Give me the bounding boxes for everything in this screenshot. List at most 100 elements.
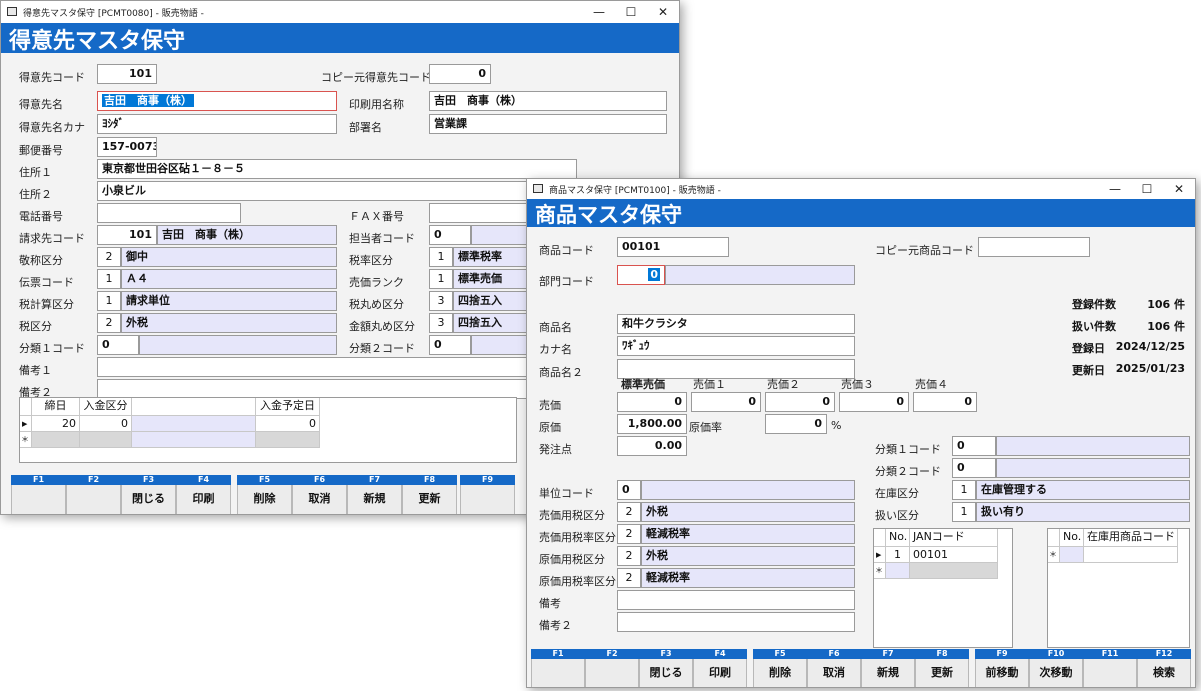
grid-new-cell-4[interactable] — [256, 432, 320, 448]
delete-button[interactable]: F5 削除 — [753, 649, 807, 687]
class2-code-field[interactable]: 0 — [429, 335, 471, 355]
close-window-button[interactable]: ✕ — [647, 1, 679, 23]
label-product-code: 商品コード — [539, 244, 594, 257]
customer-titlebar: 得意先マスタ保守 [PCMT0080] - 販売物語 - — ☐ ✕ — [1, 1, 679, 23]
product-class1-code-field[interactable]: 0 — [952, 436, 996, 456]
note2-field[interactable] — [97, 379, 537, 399]
fkey-f1[interactable]: F1 — [11, 475, 66, 514]
grid-cell-payment-date[interactable]: 0 — [256, 416, 320, 432]
product-code-field[interactable]: 00101 — [617, 237, 729, 257]
grid-corner — [20, 398, 32, 416]
price-rank-code-field[interactable]: 1 — [429, 269, 453, 289]
cost-tax-code-field[interactable]: 2 — [617, 546, 641, 566]
closing-date-grid[interactable]: 締日 入金区分 入金予定日 ▶ 20 0 0 ＊ — [19, 397, 517, 463]
grid-cell-payment-kind[interactable]: 0 — [80, 416, 132, 432]
jan-new-cell-code[interactable] — [910, 563, 998, 579]
kana-name-field[interactable]: ﾜｷﾞｭｳ — [617, 336, 855, 356]
tax-kind-code-field[interactable]: 2 — [97, 313, 121, 333]
tel-field[interactable] — [97, 203, 241, 223]
unit-code-field[interactable]: 0 — [617, 480, 641, 500]
stat-updated-date-label: 更新日 — [1072, 364, 1105, 377]
amount-round-code-field[interactable]: 3 — [429, 313, 453, 333]
minimize-button[interactable]: — — [583, 1, 615, 23]
cost-tax-rate-code-field[interactable]: 2 — [617, 568, 641, 588]
print-button[interactable]: F4 印刷 — [176, 475, 231, 514]
grid-new-cell-1[interactable] — [32, 432, 80, 448]
fkey-f1[interactable]: F1 — [531, 649, 585, 687]
dept-code-field[interactable]: 0 — [617, 265, 665, 285]
dept-name-field[interactable]: 営業課 — [429, 114, 667, 134]
sale-tax-code-field[interactable]: 2 — [617, 502, 641, 522]
new-button[interactable]: F7 新規 — [861, 649, 915, 687]
price-4-field[interactable]: 0 — [913, 392, 977, 412]
close-button[interactable]: F3 閉じる — [121, 475, 176, 514]
tax-rate-code-field[interactable]: 1 — [429, 247, 453, 267]
honorific-code-field[interactable]: 2 — [97, 247, 121, 267]
jan-cell-no[interactable]: 1 — [886, 547, 910, 563]
search-button[interactable]: F12 検索 — [1137, 649, 1191, 687]
bill-to-code-field[interactable]: 101 — [97, 225, 157, 245]
copy-product-code-field[interactable] — [978, 237, 1090, 257]
customer-name-field[interactable]: 吉田 商事（株） — [97, 91, 337, 111]
minimize-button[interactable]: — — [1099, 179, 1131, 199]
stock-kind-code-field[interactable]: 1 — [952, 480, 976, 500]
tax-round-code-field[interactable]: 3 — [429, 291, 453, 311]
cost-field[interactable]: 1,800.00 — [617, 414, 687, 434]
label-note1: 備考１ — [19, 364, 52, 377]
product-name-field[interactable]: 和牛クラシタ — [617, 314, 855, 334]
price-standard-field[interactable]: 0 — [617, 392, 687, 412]
slip-code-field[interactable]: 1 — [97, 269, 121, 289]
maximize-button[interactable]: ☐ — [1131, 179, 1163, 199]
product-class2-code-field[interactable]: 0 — [952, 458, 996, 478]
reorder-point-field[interactable]: 0.00 — [617, 436, 687, 456]
update-button[interactable]: F8 更新 — [402, 475, 457, 514]
sale-tax-rate-code-field[interactable]: 2 — [617, 524, 641, 544]
fax-field[interactable] — [429, 203, 539, 223]
fkey-f2[interactable]: F2 — [66, 475, 121, 514]
new-button[interactable]: F7 新規 — [347, 475, 402, 514]
update-button[interactable]: F8 更新 — [915, 649, 969, 687]
customer-code-field[interactable]: 101 — [97, 64, 157, 84]
jan-new-cell-no[interactable] — [886, 563, 910, 579]
grid-cell-blank — [132, 416, 256, 432]
close-button[interactable]: F3 閉じる — [639, 649, 693, 687]
cancel-button[interactable]: F6 取消 — [807, 649, 861, 687]
fkey-f2[interactable]: F2 — [585, 649, 639, 687]
stock-new-cell-code[interactable] — [1084, 547, 1178, 563]
price-2-field[interactable]: 0 — [765, 392, 835, 412]
tax-calc-code-field[interactable]: 1 — [97, 291, 121, 311]
zip-field[interactable]: 157-0073 — [97, 137, 157, 157]
note1-field[interactable] — [97, 357, 537, 377]
product-note2-field[interactable] — [617, 612, 855, 632]
close-window-button[interactable]: ✕ — [1163, 179, 1195, 199]
delete-button[interactable]: F5 削除 — [237, 475, 292, 514]
stock-code-grid[interactable]: No. 在庫用商品コード ＊ — [1047, 528, 1190, 648]
maximize-button[interactable]: ☐ — [615, 1, 647, 23]
previous-button[interactable]: F9 前移動 — [975, 649, 1029, 687]
next-button[interactable]: F10 次移動 — [1029, 649, 1083, 687]
staff-code-field[interactable]: 0 — [429, 225, 471, 245]
product-titlebar: 商品マスタ保守 [PCMT0100] - 販売物語 - — ☐ ✕ — [527, 179, 1195, 199]
product-note1-field[interactable] — [617, 590, 855, 610]
grid-new-cell-2[interactable] — [80, 432, 132, 448]
price-1-field[interactable]: 0 — [691, 392, 761, 412]
cost-rate-field[interactable]: 0 — [765, 414, 827, 434]
copy-customer-code-field[interactable]: 0 — [429, 64, 491, 84]
grid-cell-closing-day[interactable]: 20 — [32, 416, 80, 432]
price-3-field[interactable]: 0 — [839, 392, 909, 412]
jan-cell-code[interactable]: 00101 — [910, 547, 998, 563]
class1-code-field[interactable]: 0 — [97, 335, 139, 355]
address2-field[interactable]: 小泉ビル — [97, 181, 577, 201]
fkey-f11[interactable]: F11 — [1083, 649, 1137, 687]
fkey-f9[interactable]: F9 — [460, 475, 515, 514]
fkey-f2-label — [66, 485, 121, 514]
print-button[interactable]: F4 印刷 — [693, 649, 747, 687]
handling-kind-code-field[interactable]: 1 — [952, 502, 976, 522]
print-name-field[interactable]: 吉田 商事（株） — [429, 91, 667, 111]
address1-field[interactable]: 東京都世田谷区砧１－８－５ — [97, 159, 577, 179]
stock-new-cell-no[interactable] — [1060, 547, 1084, 563]
cancel-button[interactable]: F6 取消 — [292, 475, 347, 514]
customer-kana-field[interactable]: ﾖｼﾀﾞ — [97, 114, 337, 134]
label-product-class1: 分類１コード — [875, 443, 941, 456]
jan-code-grid[interactable]: No. JANコード ▶ 1 00101 ＊ — [873, 528, 1013, 648]
